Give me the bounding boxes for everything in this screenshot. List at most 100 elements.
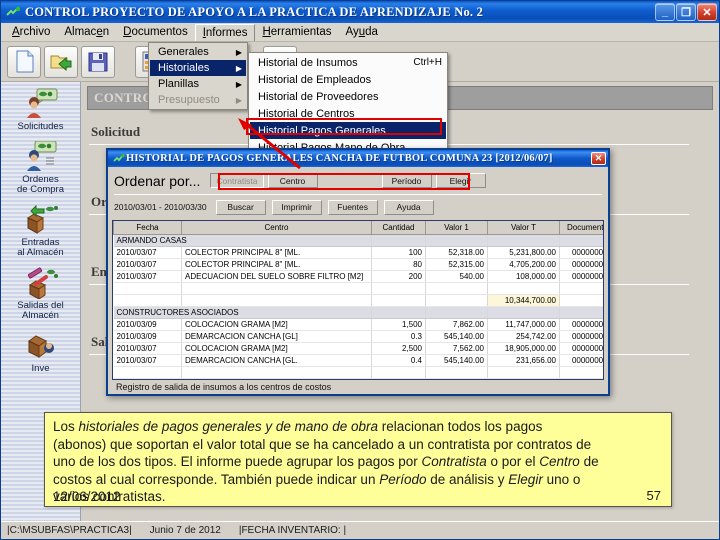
table-row[interactable]: 2010/03/07 COLOCACION GRAMA [M2] 2,500 7,56…: [113, 342, 603, 355]
dialog-titlebar: HISTORIAL DE PAGOS GENERALES CANCHA DE F…: [108, 150, 608, 167]
cell-valor1: 52,318.00: [425, 246, 488, 259]
request-person-icon: [24, 88, 58, 120]
menu-item-generales[interactable]: Generales ▶: [150, 44, 246, 60]
order-periodo-button[interactable]: Período: [381, 173, 432, 188]
menu-item-historiales[interactable]: Historiales ▶: [150, 60, 246, 76]
menu-informes[interactable]: Informes: [194, 23, 256, 41]
maximize-button[interactable]: ❐: [676, 3, 696, 21]
menu-item-historial-empleados[interactable]: Historial de Empleados: [250, 71, 446, 88]
sidebar-item-inventario[interactable]: Inve: [2, 330, 80, 374]
cell-fecha: 2010/03/07: [113, 354, 182, 367]
empty-cell: [425, 378, 488, 379]
blank-cell: [181, 282, 372, 295]
menu-item-planillas[interactable]: Planillas ▶: [150, 76, 246, 92]
menu-item-presupuesto-label: Presupuesto: [158, 94, 220, 106]
group-empty-cell: [371, 234, 426, 247]
cell-documento: 000000002: [559, 354, 603, 367]
empty-cell: [113, 294, 182, 307]
cell-valort: 254,742.00: [487, 330, 560, 343]
fuentes-button[interactable]: Fuentes: [327, 199, 378, 215]
cell-cantidad: 200: [371, 270, 426, 283]
col-fecha[interactable]: Fecha: [113, 221, 182, 235]
sidebar-label-ordenes-compra: Ordenes de Compra: [17, 174, 64, 195]
group-empty-cell: [487, 306, 560, 319]
table-body: ARMANDO CASAS 2010/03/07 COLECTOR PRINCIPA…: [113, 234, 603, 379]
cell-valor1: 52,315.00: [425, 258, 488, 271]
close-button[interactable]: ✕: [697, 3, 717, 21]
cell-fecha: 2010/03/09: [113, 318, 182, 331]
subtotal-value: 30,892,308.00: [487, 378, 560, 379]
cell-documento: 000000002: [559, 342, 603, 355]
buscar-button[interactable]: Buscar: [215, 199, 266, 215]
empty-cell: [425, 294, 488, 307]
sidebar-item-salidas-almacen[interactable]: Salidas del Almacén: [2, 267, 80, 321]
blank-cell: [425, 366, 488, 379]
cell-valort: 5,231,800.00: [487, 246, 560, 259]
statusbar: |C:\MSUBFAS\PRACTICA3| Junio 7 de 2012 |…: [1, 521, 719, 539]
menu-almacen[interactable]: Almacen: [57, 24, 116, 40]
empty-cell: [113, 378, 182, 379]
blank-cell: [487, 282, 560, 295]
group-label: CONSTRUCTORES ASOCIADOS: [113, 306, 372, 319]
warehouse-out-icon: [24, 267, 58, 299]
menu-ayuda[interactable]: Ayuda: [338, 24, 384, 40]
cell-centro: COLECTOR PRINCIPAL 8" [ML.: [181, 246, 372, 259]
empty-cell: [559, 294, 603, 307]
sidebar-item-ordenes-compra[interactable]: Ordenes de Compra: [2, 141, 80, 195]
group-label: ARMANDO CASAS: [113, 234, 372, 247]
empty-cell: [559, 378, 603, 379]
menu-archivo[interactable]: Archivo: [5, 24, 57, 40]
table-row[interactable]: 2010/03/07 ADECUACION DEL SUELO SOBRE FIL…: [113, 270, 603, 283]
cell-valort: 11,747,000.00: [487, 318, 560, 331]
dialog-close-button[interactable]: ✕: [591, 152, 606, 165]
cell-centro: ADECUACION DEL SUELO SOBRE FILTRO [M2]: [181, 270, 372, 283]
menu-item-historial-proveedores[interactable]: Historial de Proveedores: [250, 88, 446, 105]
cell-valort: 4,705,200.00: [487, 258, 560, 271]
sidebar-item-entradas-almacen[interactable]: Entradas al Almacén: [2, 204, 80, 258]
save-button[interactable]: [81, 45, 115, 78]
table-row[interactable]: 2010/03/09 DEMARCACION CANCHA [GL] 0.3 545,…: [113, 330, 603, 343]
table-row[interactable]: 2010/03/07 COLECTOR PRINCIPAL 8" [ML. 80 52…: [113, 258, 603, 271]
order-elegir-button[interactable]: Elegir: [435, 173, 486, 188]
statusbar-date: Junio 7 de 2012: [149, 525, 221, 536]
payments-grid[interactable]: Fecha Centro Cantidad Valor 1 Valor T Do…: [112, 220, 604, 380]
app-icon: [112, 153, 126, 164]
table-row[interactable]: 2010/03/09 COLOCACION GRAMA [M2] 1,500 7,86…: [113, 318, 603, 331]
minimize-button[interactable]: _: [655, 3, 675, 21]
menu-item-historial-insumos[interactable]: Historial de Insumos Ctrl+H: [250, 54, 446, 71]
table-group-row[interactable]: CONSTRUCTORES ASOCIADOS: [113, 306, 603, 319]
open-folder-button[interactable]: [44, 45, 78, 78]
callout-last-line: 12/06/2012 varios contratistas.: [53, 488, 663, 506]
col-documento[interactable]: Documento: [559, 221, 603, 235]
new-document-button[interactable]: [7, 45, 41, 78]
col-valort[interactable]: Valor T: [487, 221, 560, 235]
table-subtotal-row: 10,344,700.00: [113, 294, 603, 307]
dialog-action-row: 2010/03/01 - 2010/03/30 Buscar Imprimir …: [108, 195, 608, 219]
ayuda-button[interactable]: Ayuda: [383, 199, 434, 215]
table-group-row[interactable]: ARMANDO CASAS: [113, 234, 603, 247]
cell-cantidad: 80: [371, 258, 426, 271]
menu-herramientas[interactable]: Herramientas: [255, 24, 338, 40]
cell-cantidad: 0.3: [371, 330, 426, 343]
cell-centro: DEMARCACION CANCHA [GL]: [181, 330, 372, 343]
group-empty-cell: [425, 234, 488, 247]
table-row[interactable]: 2010/03/07 COLECTOR PRINCIPAL 8" [ML. 100 5…: [113, 246, 603, 259]
blank-cell: [181, 366, 372, 379]
sidebar-item-solicitudes[interactable]: Solicitudes: [2, 88, 80, 132]
col-centro[interactable]: Centro: [181, 221, 372, 235]
blank-cell: [371, 366, 426, 379]
col-valor1[interactable]: Valor 1: [425, 221, 488, 235]
cell-valort: 18,905,000.00: [487, 342, 560, 355]
cell-cantidad: 100: [371, 246, 426, 259]
section-label-solicitudes: Solicitud: [91, 124, 141, 139]
callout-line: uno de los dos tipos. El informe puede a…: [53, 454, 599, 469]
imprimir-button[interactable]: Imprimir: [271, 199, 322, 215]
col-cantidad[interactable]: Cantidad: [371, 221, 426, 235]
empty-cell: [181, 378, 372, 379]
callout-line: (abonos) que soportan el valor total que…: [53, 436, 592, 452]
menu-documentos[interactable]: Documentos: [116, 24, 195, 40]
cell-valor1: 545,140.00: [425, 354, 488, 367]
cell-valort: 108,000.00: [487, 270, 560, 283]
table-row[interactable]: 2010/03/07 DEMARCACION CANCHA [GL. 0.4 545,…: [113, 354, 603, 367]
menu-item-historial-insumos-accel: Ctrl+H: [413, 57, 442, 68]
